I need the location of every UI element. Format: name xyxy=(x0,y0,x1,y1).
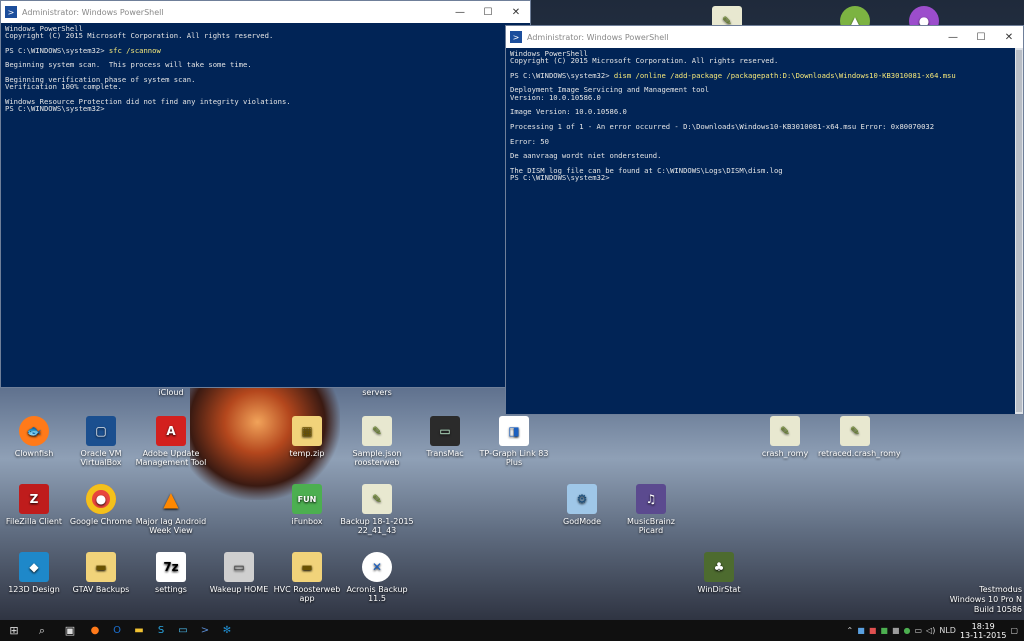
maximize-button[interactable]: ☐ xyxy=(967,32,995,43)
system-tray: ⌃ ■ ■ ■ ■ ● ▭ ◁) NLD 18:19 13-11-2015 ▢ xyxy=(847,620,1018,641)
hvc-roosterweb-folder-icon[interactable]: ▬ HVC Roosterweb app xyxy=(270,552,344,603)
vlc-icon[interactable]: ▲ Major lag Android Week View xyxy=(134,484,208,536)
window-titlebar[interactable]: > Administrator: Windows PowerShell — ☐ … xyxy=(506,26,1023,48)
tp-graph-link-icon[interactable]: ◨ TP-Graph Link 83 Plus xyxy=(477,416,551,467)
tray-app-icon[interactable]: ● xyxy=(904,626,911,635)
console-output[interactable]: Windows PowerShell Copyright (C) 2015 Mic… xyxy=(506,48,1023,183)
servers-label[interactable]: servers xyxy=(340,388,414,397)
command-text: dism /online /add-package /packagepath:D… xyxy=(613,70,956,80)
7zip-settings-icon[interactable]: 7z settings xyxy=(134,552,208,594)
outlook-icon[interactable]: O xyxy=(106,620,128,641)
backup-icon[interactable]: ✎ Backup 18-1-2015 22_41_43 xyxy=(340,484,414,535)
file-explorer-icon[interactable]: ▬ xyxy=(128,620,150,641)
task-view-icon[interactable]: ▣ xyxy=(56,620,84,641)
gtav-backups-folder-icon[interactable]: ▬ GTAV Backups xyxy=(64,552,138,594)
windows-watermark: Testmodus Windows 10 Pro N Build 10586 xyxy=(949,585,1022,614)
minimize-button[interactable]: — xyxy=(446,7,474,18)
tray-app-icon[interactable]: ■ xyxy=(892,626,900,635)
firefox-icon[interactable]: ● xyxy=(84,620,106,641)
tray-app-icon[interactable]: ■ xyxy=(880,626,888,635)
scrollbar-thumb[interactable] xyxy=(1016,50,1022,412)
crash-romy-icon[interactable]: ✎ crash_romy xyxy=(748,416,822,458)
maximize-button[interactable]: ☐ xyxy=(474,7,502,18)
volume-icon[interactable]: ◁) xyxy=(926,626,935,635)
network-icon[interactable]: ▭ xyxy=(914,626,922,635)
transmac-icon[interactable]: ▭ TransMac xyxy=(408,416,482,458)
settings-app-icon[interactable]: ✻ xyxy=(216,620,238,641)
start-button[interactable]: ⊞ xyxy=(0,620,28,641)
123d-design-icon[interactable]: ◆ 123D Design xyxy=(0,552,71,594)
ifunbox-icon[interactable]: FUN iFunbox xyxy=(270,484,344,526)
virtualbox-icon[interactable]: ▢ Oracle VM VirtualBox xyxy=(64,416,138,467)
search-icon[interactable]: ⌕ xyxy=(28,620,56,641)
godmode-icon[interactable]: ⚙ GodMode xyxy=(545,484,619,526)
temp-zip-icon[interactable]: ▦ temp.zip xyxy=(270,416,344,458)
adobe-update-icon[interactable]: A Adobe Update Management Tool xyxy=(134,416,208,467)
powershell-window-left[interactable]: > Administrator: Windows PowerShell — ☐ … xyxy=(0,0,531,388)
remote-desktop-icon[interactable]: ▭ xyxy=(172,620,194,641)
tray-chevron-icon[interactable]: ⌃ xyxy=(847,626,854,635)
vertical-scrollbar[interactable] xyxy=(1015,48,1023,414)
action-center-icon[interactable]: ▢ xyxy=(1010,626,1018,635)
command-text: sfc /scannow xyxy=(108,45,161,55)
window-title: Administrator: Windows PowerShell xyxy=(527,32,669,42)
windirstat-icon[interactable]: ♣ WinDirStat xyxy=(682,552,756,594)
clock[interactable]: 18:19 13-11-2015 xyxy=(960,622,1007,640)
sample-json-icon[interactable]: ✎ Sample.json roosterweb xyxy=(340,416,414,467)
filezilla-icon[interactable]: Z FileZilla Client xyxy=(0,484,71,526)
powershell-window-right[interactable]: > Administrator: Windows PowerShell — ☐ … xyxy=(505,25,1024,415)
clownfish-icon[interactable]: 🐟 Clownfish xyxy=(0,416,71,458)
window-title: Administrator: Windows PowerShell xyxy=(22,7,164,17)
tray-app-icon[interactable]: ■ xyxy=(869,626,877,635)
powershell-icon: > xyxy=(5,6,17,18)
powershell-icon[interactable]: > xyxy=(194,620,216,641)
acronis-backup-icon[interactable]: ✕ Acronis Backup 11.5 xyxy=(340,552,414,603)
skype-icon[interactable]: S xyxy=(150,620,172,641)
close-button[interactable]: ✕ xyxy=(502,7,530,18)
window-titlebar[interactable]: > Administrator: Windows PowerShell — ☐ … xyxy=(1,1,530,23)
console-output[interactable]: Windows PowerShell Copyright (C) 2015 Mic… xyxy=(1,23,530,115)
tray-app-icon[interactable]: ■ xyxy=(857,626,865,635)
wakeup-home-icon[interactable]: ▭ Wakeup HOME xyxy=(202,552,276,594)
language-indicator[interactable]: NLD xyxy=(939,626,956,635)
icloud-label[interactable]: iCloud xyxy=(134,388,208,397)
google-chrome-icon[interactable]: ● Google Chrome xyxy=(64,484,138,526)
retraced-crash-romy-icon[interactable]: ✎ retraced.crash_romy xyxy=(818,416,901,458)
close-button[interactable]: ✕ xyxy=(995,32,1023,43)
minimize-button[interactable]: — xyxy=(939,32,967,43)
musicbrainz-picard-icon[interactable]: ♫ MusicBrainz Picard xyxy=(614,484,688,535)
powershell-icon: > xyxy=(510,31,522,43)
